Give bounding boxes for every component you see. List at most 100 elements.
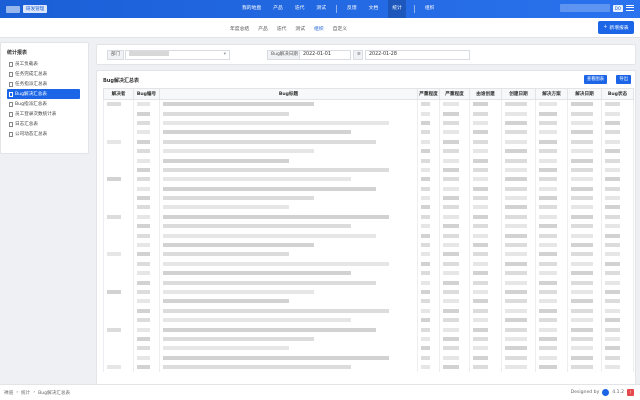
main-nav-item-org[interactable]: 组织 — [423, 0, 437, 18]
table-row[interactable] — [103, 343, 634, 354]
table-row[interactable] — [103, 230, 634, 241]
table-row[interactable] — [103, 315, 634, 325]
blurred-value — [539, 233, 557, 238]
col-header-bug-id[interactable]: Bug编号 — [133, 88, 160, 100]
breadcrumb-item-stats[interactable]: 统计 — [21, 390, 30, 396]
table-row[interactable] — [103, 108, 634, 119]
table-row[interactable] — [103, 184, 634, 194]
blurred-value — [163, 205, 289, 210]
table-row[interactable] — [103, 174, 634, 185]
dept-select[interactable]: ▾ — [125, 50, 230, 60]
tab-org[interactable]: 组织 — [314, 25, 324, 32]
start-date-input[interactable]: 2022-01-01 — [299, 50, 351, 60]
table-row[interactable] — [103, 155, 634, 166]
tab-product[interactable]: 产品 — [258, 25, 268, 32]
table-row[interactable] — [103, 334, 634, 344]
tab-iteration[interactable]: 迭代 — [277, 25, 287, 32]
blurred-value — [443, 120, 460, 125]
end-date-input[interactable]: 2022-01-28 — [365, 50, 470, 60]
table-row[interactable] — [103, 306, 634, 316]
main-nav-item-product[interactable]: 产品 — [271, 0, 285, 18]
table-row[interactable] — [103, 277, 634, 288]
table-row[interactable] — [103, 165, 634, 175]
col-header-created-date[interactable]: 创建日期 — [501, 88, 536, 100]
main-nav-item-stats[interactable]: 统计 — [388, 0, 406, 18]
table-row[interactable] — [103, 146, 634, 156]
main-nav-item-test[interactable]: 测试 — [314, 0, 328, 18]
col-header-resolver[interactable]: 解决者 — [103, 88, 134, 100]
blurred-value — [421, 280, 430, 285]
table-cell — [439, 212, 470, 222]
blurred-value — [421, 233, 430, 238]
table-row[interactable] — [103, 137, 634, 147]
table-row[interactable] — [103, 324, 634, 335]
table-row[interactable] — [103, 202, 634, 213]
table-row[interactable] — [103, 259, 634, 269]
sidebar-title: 统计报表 — [7, 50, 28, 56]
tab-custom[interactable]: 自定义 — [333, 25, 347, 32]
table-cell — [159, 240, 418, 250]
export-button[interactable]: 导出 — [616, 75, 631, 84]
table-cell — [439, 174, 470, 185]
notification-badge-icon[interactable]: ! — [627, 389, 634, 396]
col-header-bug-status[interactable]: Bug状态 — [601, 88, 634, 100]
sidebar-item-log-summary[interactable]: 日志汇总表 — [7, 119, 80, 129]
table-row[interactable] — [103, 118, 634, 128]
col-header-severity-2[interactable]: 严重程度 — [439, 88, 470, 100]
table-row[interactable] — [103, 221, 634, 231]
table-row[interactable] — [103, 296, 634, 307]
table-row[interactable] — [103, 127, 634, 138]
new-report-button[interactable]: + 新增报表 — [598, 21, 634, 34]
blurred-value — [473, 186, 488, 191]
top-right-tools: DO — [559, 4, 634, 12]
brand[interactable]: 研发管理 — [6, 4, 48, 14]
table-row[interactable] — [103, 249, 634, 260]
blurred-value — [443, 290, 460, 294]
blurred-value — [473, 196, 488, 201]
user-avatar[interactable]: DO — [612, 4, 623, 12]
view-chart-button[interactable]: 查看图表 — [583, 75, 607, 84]
main-nav-item-iteration[interactable]: 迭代 — [293, 0, 307, 18]
col-header-bug-title[interactable]: Bug标题 — [159, 88, 418, 100]
col-header-creator[interactable]: 由谁创建 — [469, 88, 502, 100]
col-header-resolution[interactable]: 解决方案 — [535, 88, 568, 100]
table-row[interactable] — [103, 240, 634, 250]
table-cell — [535, 127, 568, 138]
table-cell — [567, 221, 602, 231]
blurred-value — [421, 196, 430, 201]
blurred-value — [505, 139, 527, 144]
table-cell — [103, 127, 134, 138]
table-row[interactable] — [103, 353, 634, 363]
table-cell — [535, 146, 568, 156]
table-cell — [439, 165, 470, 175]
blurred-value — [443, 308, 460, 313]
table-cell — [439, 127, 470, 138]
table-row[interactable] — [103, 268, 634, 278]
tab-test[interactable]: 测试 — [295, 25, 305, 32]
col-header-resolved-date[interactable]: 解决日期 — [567, 88, 602, 100]
sidebar-item-employee-load[interactable]: 员工负载表 — [7, 59, 80, 69]
sidebar-item-task-completion[interactable]: 任务完成汇总表 — [7, 69, 80, 79]
sidebar-item-company-news[interactable]: 公司动态汇总表 — [7, 129, 80, 139]
sidebar-item-task-assign[interactable]: 任务指派汇总表 — [7, 79, 80, 89]
table-cell — [133, 202, 160, 213]
col-header-severity[interactable]: 严重程度 — [417, 88, 440, 100]
breadcrumb-item-home[interactable]: 禅道 — [4, 390, 13, 396]
sidebar-item-login-count[interactable]: 员工登录次数统计表 — [7, 109, 80, 119]
table-row[interactable] — [103, 99, 634, 109]
menu-icon[interactable] — [626, 4, 634, 12]
main-nav-item-doc[interactable]: 文档 — [367, 0, 381, 18]
global-search-input[interactable] — [559, 4, 610, 12]
table-row[interactable] — [103, 362, 634, 372]
main-nav-item-feedback[interactable]: 反馈 — [345, 0, 359, 18]
blurred-value — [163, 243, 314, 248]
sidebar-item-bug-resolve[interactable]: Bug解决汇总表 — [7, 89, 80, 99]
table-row[interactable] — [103, 212, 634, 222]
blurred-value — [539, 252, 557, 257]
table-row[interactable] — [103, 193, 634, 203]
table-row[interactable] — [103, 287, 634, 297]
sidebar-item-bug-assign[interactable]: Bug指派汇总表 — [7, 99, 80, 109]
main-nav-item-home[interactable]: 我的地盘 — [240, 0, 263, 18]
tab-annual-summary[interactable]: 年度总结 — [230, 25, 249, 32]
main-nav: 我的地盘 产品 迭代 测试 反馈 文档 统计 组织 — [240, 0, 436, 18]
